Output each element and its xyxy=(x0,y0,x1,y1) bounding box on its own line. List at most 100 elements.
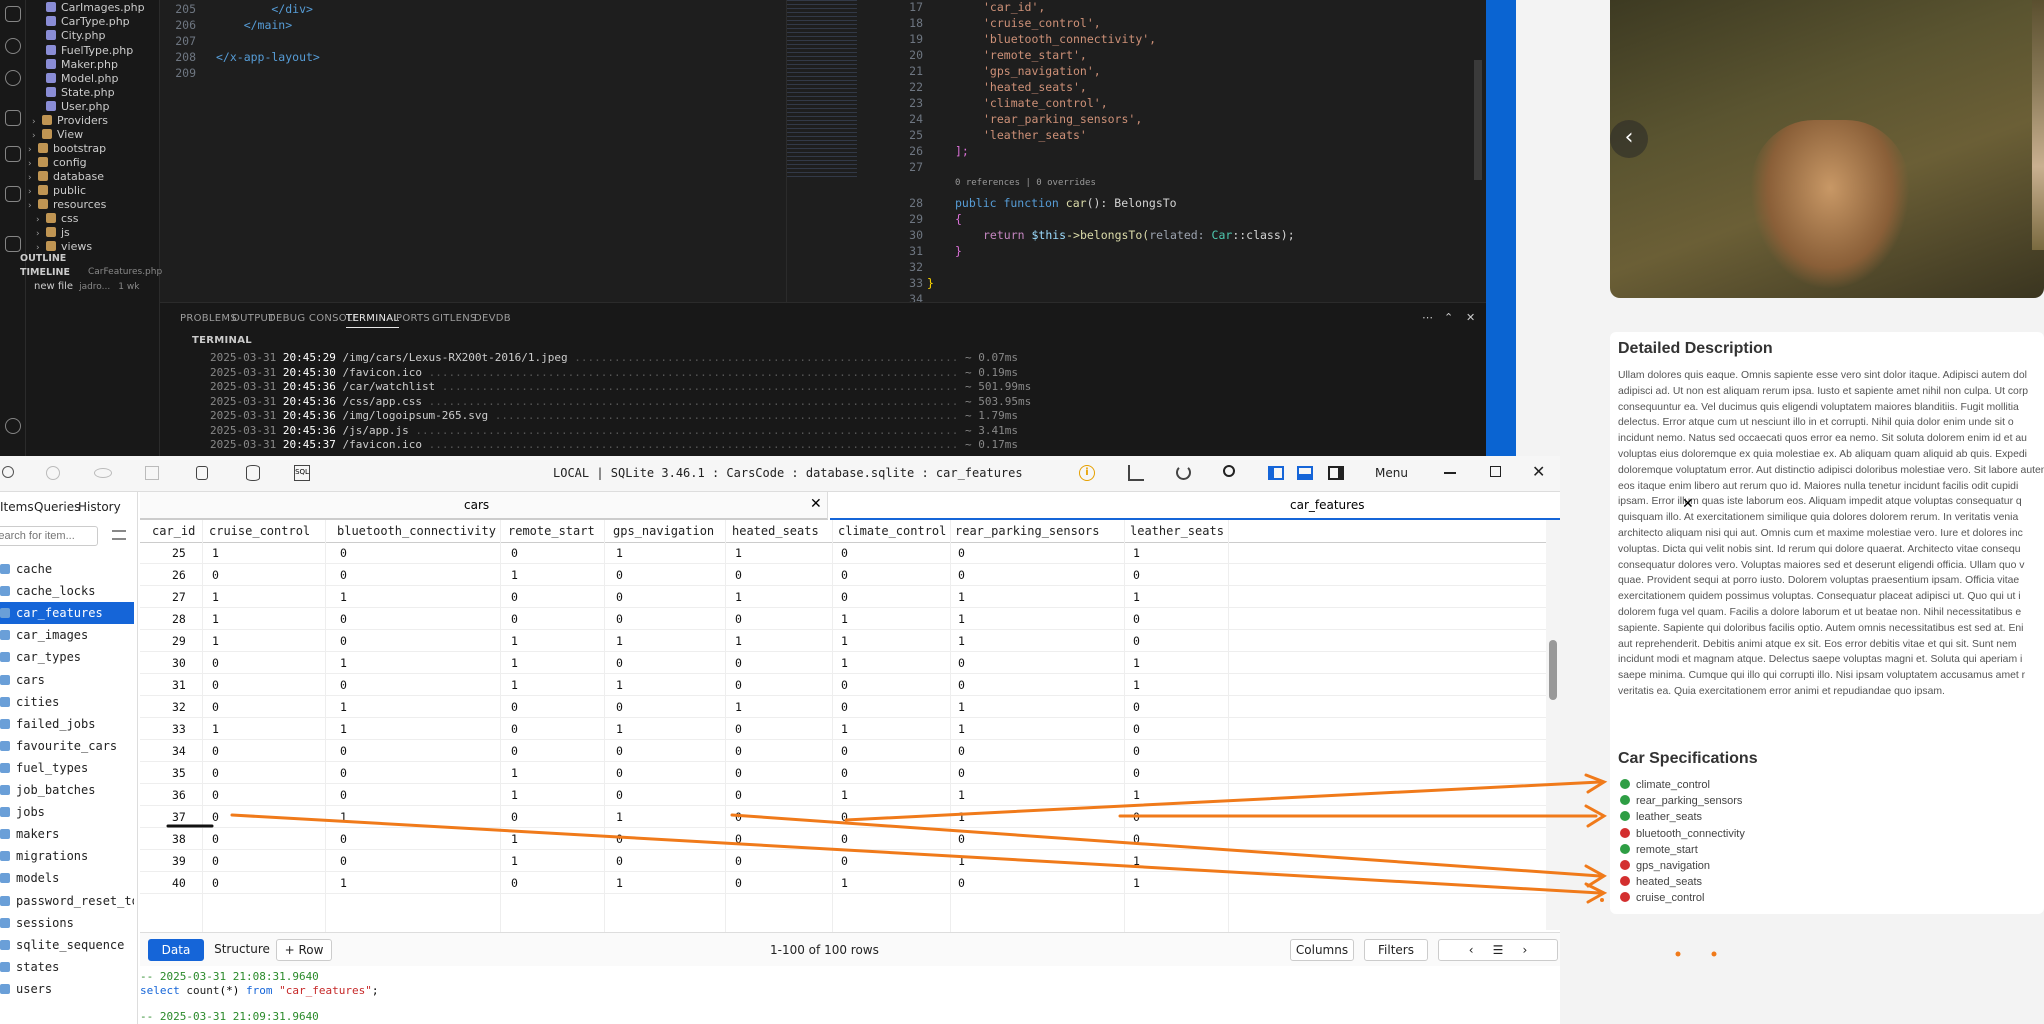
table-item[interactable]: cars xyxy=(0,669,134,691)
tab-history[interactable]: History xyxy=(78,500,121,514)
close-button[interactable]: ✕ xyxy=(1532,462,1545,481)
table-cell[interactable]: 0 xyxy=(511,542,518,564)
table-cell[interactable]: 1 xyxy=(1133,784,1140,806)
table-cell[interactable]: 1 xyxy=(340,872,347,894)
table-cell[interactable]: 1 xyxy=(511,784,518,806)
table-cell[interactable]: 1 xyxy=(958,850,965,872)
table-cell[interactable]: 0 xyxy=(616,564,623,586)
table-cell[interactable]: 1 xyxy=(212,608,219,630)
refresh-icon[interactable] xyxy=(1176,465,1191,480)
table-cell[interactable]: 1 xyxy=(958,608,965,630)
table-cell[interactable]: 1 xyxy=(958,718,965,740)
panel-tab[interactable]: TERMINAL xyxy=(346,313,400,328)
table-cell[interactable]: 1 xyxy=(1133,872,1140,894)
table-cell[interactable]: 0 xyxy=(735,784,742,806)
column-header[interactable]: cruise_control xyxy=(209,520,310,542)
table-cell[interactable]: 0 xyxy=(841,564,848,586)
table-cell[interactable]: 0 xyxy=(1133,740,1140,762)
table-item[interactable]: fuel_types xyxy=(0,757,134,779)
table-cell[interactable]: 1 xyxy=(958,586,965,608)
table-cell[interactable]: 26 xyxy=(172,564,186,586)
table-cell[interactable]: 0 xyxy=(616,696,623,718)
editor-left[interactable]: 205 </div> 206 </main> 207 208 </x-app-layou… xyxy=(160,0,786,302)
table-cell[interactable]: 33 xyxy=(172,718,186,740)
column-header[interactable]: heated_seats xyxy=(732,520,819,542)
column-header[interactable]: car_id xyxy=(152,520,195,542)
table-cell[interactable]: 1 xyxy=(841,652,848,674)
prev-arrow-button[interactable]: ‹ xyxy=(1610,120,1648,158)
table-item[interactable]: car_types xyxy=(0,646,134,668)
table-cell[interactable]: 0 xyxy=(958,872,965,894)
minimize-button[interactable] xyxy=(1444,472,1456,474)
table-item[interactable]: cache_locks xyxy=(0,580,134,602)
right-panel-icon[interactable] xyxy=(1328,466,1344,480)
pagination-controls[interactable]: ‹ ☰ › xyxy=(1438,939,1558,961)
column-header[interactable]: climate_control xyxy=(838,520,946,542)
table-cell[interactable]: 0 xyxy=(841,806,848,828)
table-cell[interactable]: 0 xyxy=(212,652,219,674)
table-cell[interactable]: 40 xyxy=(172,872,186,894)
table-item[interactable]: users xyxy=(0,978,134,1000)
table-cell[interactable]: 0 xyxy=(1133,718,1140,740)
table-cell[interactable]: 0 xyxy=(511,740,518,762)
table-item[interactable]: car_features xyxy=(0,602,134,625)
table-cell[interactable]: 0 xyxy=(616,784,623,806)
table-cell[interactable]: 35 xyxy=(172,762,186,784)
tab-items[interactable]: Items xyxy=(0,500,34,514)
table-cell[interactable]: 0 xyxy=(340,630,347,652)
table-cell[interactable]: 30 xyxy=(172,652,186,674)
table-cell[interactable]: 0 xyxy=(735,806,742,828)
table-cell[interactable]: 1 xyxy=(511,762,518,784)
table-cell[interactable]: 1 xyxy=(511,674,518,696)
table-cell[interactable]: 1 xyxy=(841,630,848,652)
table-cell[interactable]: 1 xyxy=(511,850,518,872)
table-cell[interactable]: 0 xyxy=(340,542,347,564)
table-cell[interactable]: 1 xyxy=(958,630,965,652)
table-item[interactable]: cache xyxy=(0,558,134,580)
connection-icon[interactable] xyxy=(2,466,14,478)
filter-icon[interactable] xyxy=(112,530,126,540)
table-cell[interactable]: 1 xyxy=(1133,674,1140,696)
table-cell[interactable]: 1 xyxy=(212,630,219,652)
table-cell[interactable]: 37 xyxy=(172,806,186,828)
table-cell[interactable]: 0 xyxy=(511,806,518,828)
bottom-panel-icon[interactable] xyxy=(1297,466,1313,480)
table-item[interactable]: models xyxy=(0,867,134,889)
table-cell[interactable]: 1 xyxy=(1133,652,1140,674)
tab-queries[interactable]: Queries xyxy=(34,500,80,514)
codelens[interactable]: 0 references | 0 overrides xyxy=(955,178,1096,188)
table-cell[interactable]: 0 xyxy=(1133,806,1140,828)
table-cell[interactable]: 0 xyxy=(212,850,219,872)
sql-icon[interactable]: SQL xyxy=(294,465,310,481)
table-cell[interactable]: 0 xyxy=(841,762,848,784)
table-cell[interactable]: 0 xyxy=(841,696,848,718)
table-cell[interactable]: 0 xyxy=(958,740,965,762)
search-input[interactable] xyxy=(0,526,98,546)
table-cell[interactable]: 0 xyxy=(958,564,965,586)
table-cell[interactable]: 0 xyxy=(958,762,965,784)
table-item[interactable]: car_images xyxy=(0,624,134,646)
table-cell[interactable]: 1 xyxy=(735,630,742,652)
table-cell[interactable]: 0 xyxy=(958,542,965,564)
table-cell[interactable]: 0 xyxy=(616,652,623,674)
table-cell[interactable]: 1 xyxy=(841,784,848,806)
table-cell[interactable]: 0 xyxy=(340,674,347,696)
table-cell[interactable]: 28 xyxy=(172,608,186,630)
table-cell[interactable]: 1 xyxy=(735,696,742,718)
table-cell[interactable]: 0 xyxy=(735,718,742,740)
source-control-icon[interactable] xyxy=(5,38,21,54)
table-cell[interactable]: 0 xyxy=(616,740,623,762)
data-button[interactable]: Data xyxy=(148,939,204,961)
table-cell[interactable]: 0 xyxy=(212,872,219,894)
panel-action-icon[interactable]: ✕ xyxy=(1466,311,1476,324)
table-cell[interactable]: 0 xyxy=(511,608,518,630)
table-cell[interactable]: 0 xyxy=(735,674,742,696)
table-cell[interactable]: 0 xyxy=(616,608,623,630)
table-cell[interactable]: 0 xyxy=(735,828,742,850)
table-cell[interactable]: 0 xyxy=(340,784,347,806)
table-cell[interactable]: 0 xyxy=(511,586,518,608)
chart-icon[interactable] xyxy=(1128,465,1144,481)
table-cell[interactable]: 1 xyxy=(340,806,347,828)
table-cell[interactable]: 0 xyxy=(735,608,742,630)
close-tab-icon[interactable]: ✕ xyxy=(1682,496,1694,512)
